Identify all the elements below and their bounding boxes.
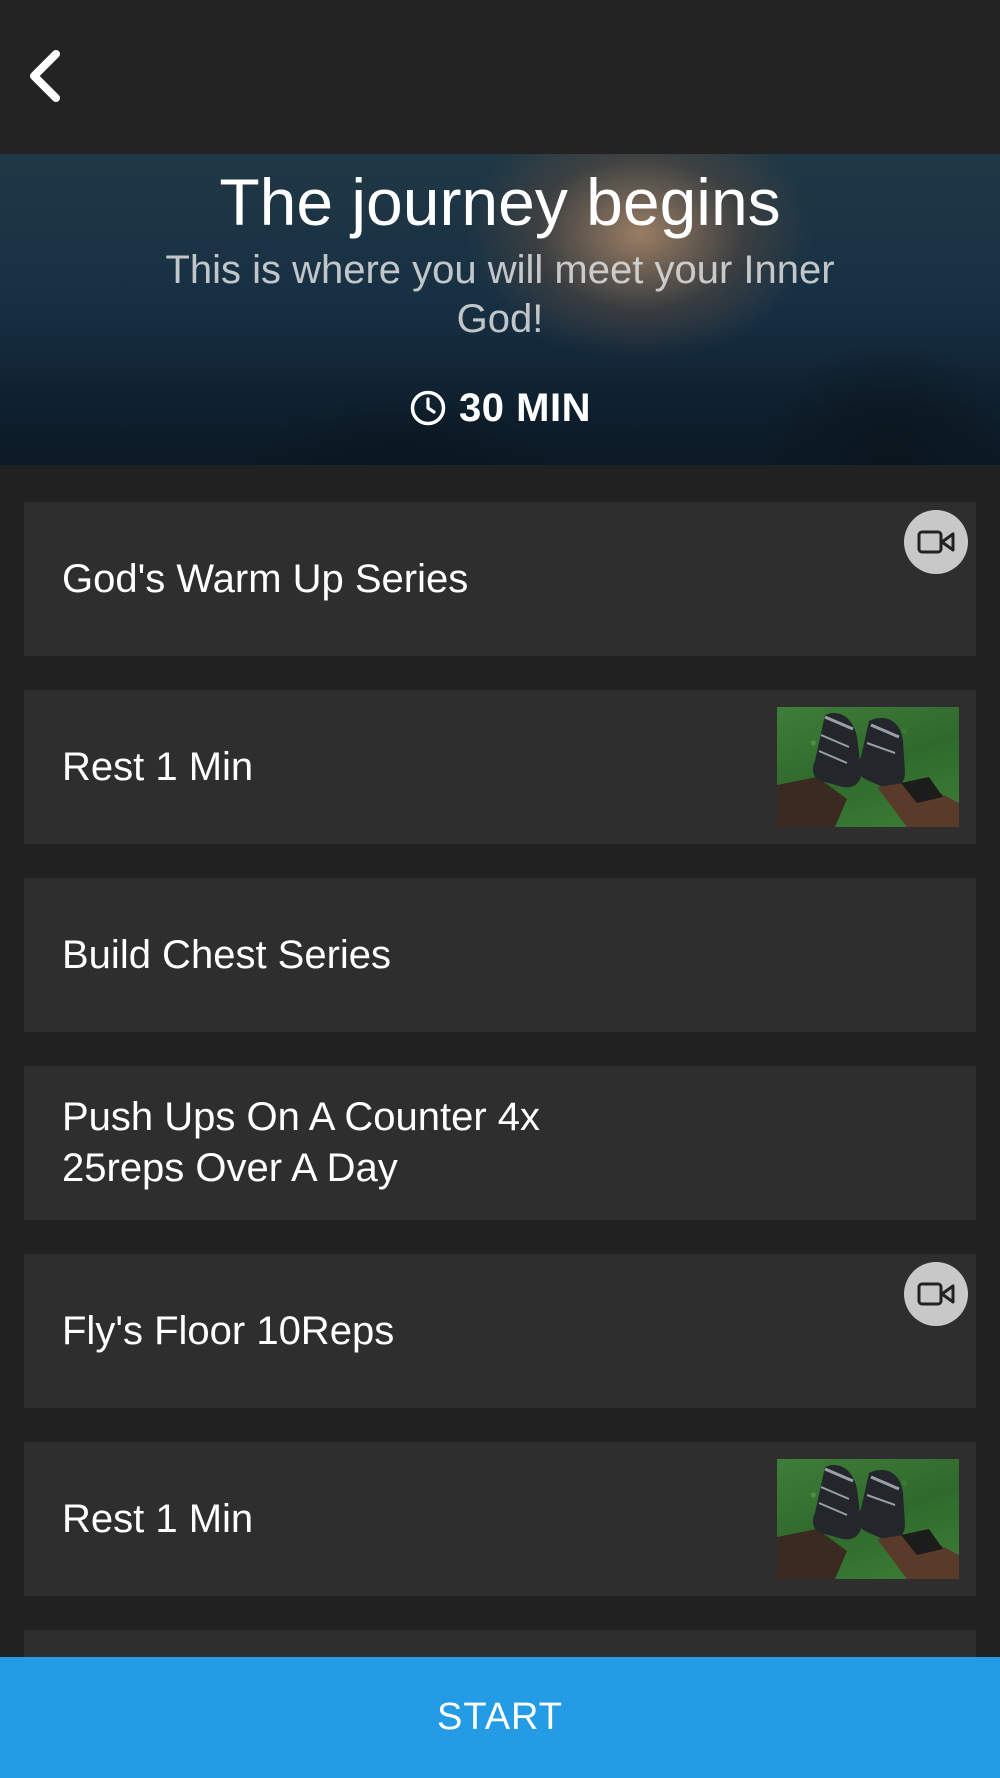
start-button-label: START (436, 1696, 564, 1738)
workout-item-label: Rest 1 Min (62, 744, 254, 789)
workout-item-label: Rest 1 Min (62, 1496, 254, 1541)
start-button[interactable]: START (0, 1657, 1000, 1778)
sneakers-image (777, 713, 959, 827)
video-icon (917, 530, 955, 554)
workout-item-label: Push Ups On A Counter 4x 25reps Over A D… (62, 1095, 541, 1190)
hero-banner: The journey begins This is where you wil… (0, 154, 1000, 465)
rest-thumbnail (777, 1459, 959, 1579)
sneakers-image (777, 1465, 959, 1579)
workout-item[interactable]: Build Chest Series (24, 878, 976, 1032)
workout-item-label: Fly's Floor 10Reps (62, 1308, 395, 1353)
workout-item[interactable]: God's Warm Up Series (24, 502, 976, 656)
top-bar (0, 0, 1000, 154)
workout-item[interactable]: Rest 1 Min (24, 1442, 976, 1596)
workout-item[interactable]: Push Ups On A Counter 4x 25reps Over A D… (24, 1066, 976, 1220)
duration-text: 30 MIN (459, 385, 591, 430)
rest-thumbnail (777, 707, 959, 827)
workout-item[interactable]: Fly's Floor 10Reps (24, 1254, 976, 1408)
back-button[interactable] (18, 44, 72, 108)
workout-item-label: Build Chest Series (62, 932, 392, 977)
video-badge[interactable] (904, 1262, 968, 1326)
clock-icon (410, 390, 446, 426)
hero-subtitle: This is where you will meet your Inner G… (165, 248, 835, 341)
video-icon (917, 1282, 955, 1306)
video-badge[interactable] (904, 510, 968, 574)
workout-detail-screen: The journey begins This is where you wil… (0, 0, 1000, 1778)
chevron-left-icon (30, 50, 60, 102)
workout-item[interactable]: Rest 1 Min (24, 690, 976, 844)
duration-info: 30 MIN (0, 380, 1000, 436)
workout-item-label: God's Warm Up Series (62, 556, 469, 601)
hero-title: The journey begins (219, 165, 781, 239)
